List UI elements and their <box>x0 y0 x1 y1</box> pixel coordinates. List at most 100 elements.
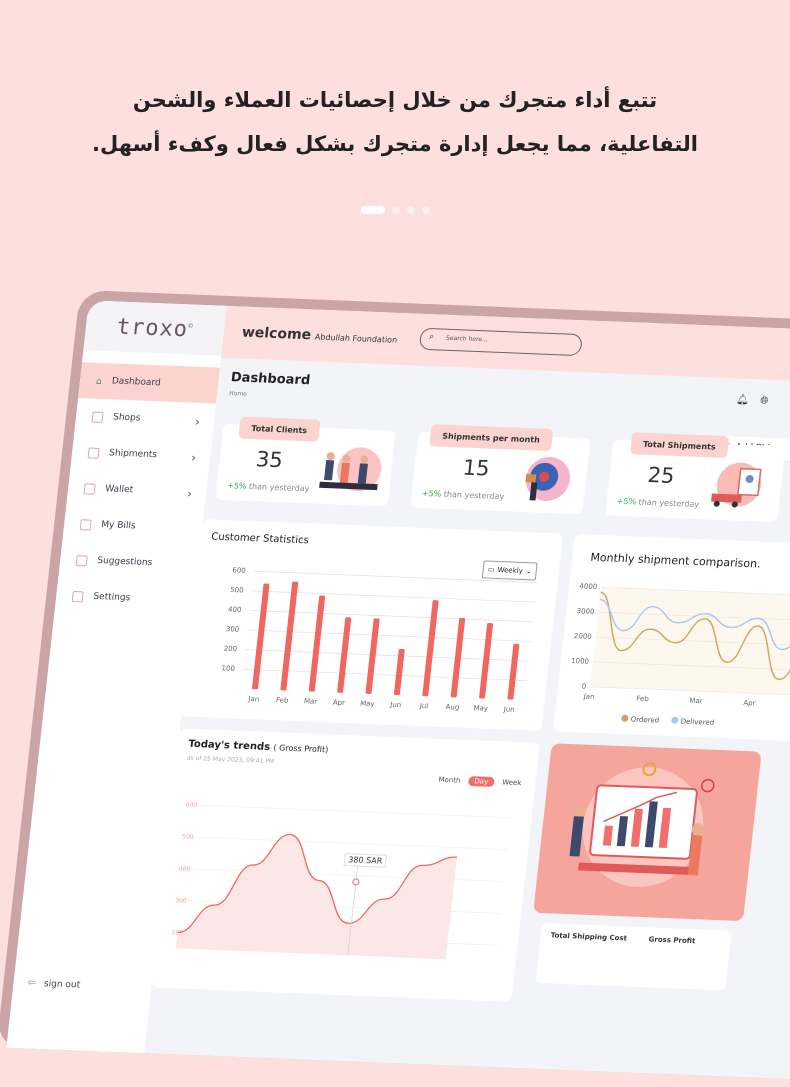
x-tick-label: May <box>473 704 488 713</box>
logo[interactable]: troxo© <box>116 314 195 342</box>
clients-illustration-icon <box>319 447 382 492</box>
x-tick-label: Feb <box>276 696 290 704</box>
pager-dot-active[interactable] <box>360 206 385 214</box>
sidebar-item-label: Suggestions <box>96 555 153 569</box>
pager-dot[interactable] <box>421 206 430 214</box>
sidebar-item-my-bills[interactable]: My Bills <box>62 506 204 547</box>
todays-trends-card: Today's trends ( Gross Profit) as of 25 … <box>151 728 540 1002</box>
y-tick-label: 4000 <box>579 582 598 591</box>
total-shipping-cost-label: Total Shipping Cost <box>550 931 628 943</box>
bell-icon[interactable]: 🔔︎ <box>736 394 750 405</box>
x-tick-label: Jan <box>582 693 595 701</box>
stat-label: Total Clients <box>238 416 321 442</box>
x-tick-label: Jan <box>247 695 260 703</box>
stat-label: Shipments per month <box>429 424 554 452</box>
x-tick-label: Jun <box>502 705 515 713</box>
y-tick-label: 100 <box>221 664 235 672</box>
stat-card-shipments-per-month[interactable]: Shipments per month 15 +5% than yesterda… <box>410 424 591 515</box>
sidebar-item-label: Shops <box>112 412 141 424</box>
legend-swatch <box>621 714 629 722</box>
sidebar-item-shipments[interactable]: Shipments › <box>70 434 212 475</box>
sidebar-item-label: Dashboard <box>111 376 162 389</box>
sign-out-label: sign out <box>43 978 81 991</box>
stat-label: Total Shipments <box>629 432 729 459</box>
main-content: Dashboard Home 🔔︎ 🌐︎ + Add Shi Total Cli… <box>144 358 790 1087</box>
x-tick-label: Apr <box>332 699 345 707</box>
x-tick-label: Aug <box>445 703 460 712</box>
y-tick-label: 0 <box>581 682 586 690</box>
pager-dot[interactable] <box>406 206 415 214</box>
legend-swatch <box>671 716 679 724</box>
bar <box>308 595 326 692</box>
plot-background <box>590 587 790 696</box>
stat-value: 15 <box>461 455 491 481</box>
chevron-right-icon: › <box>190 450 197 465</box>
legend-label: Ordered <box>630 715 659 724</box>
y-tick-label: 400 <box>228 606 242 614</box>
dashboard-screen: troxo© ⌂ Dashboard Shops › Shipments › Wallet ›… <box>6 300 790 1087</box>
chat-icon <box>75 554 88 566</box>
sidebar-item-label: Settings <box>92 591 131 604</box>
y-tick-label: 3000 <box>576 607 595 616</box>
pager-dot[interactable] <box>391 206 400 214</box>
shop-icon <box>91 411 104 423</box>
y-tick-label: 600 <box>185 802 197 809</box>
search-input[interactable]: ⌕ Search here... <box>418 327 583 357</box>
stat-value: 25 <box>646 462 676 488</box>
bar <box>280 581 299 691</box>
logout-icon: ⇦ <box>26 977 37 989</box>
headline-line-1: تتبع أداء متجرك من خلال إحصائيات العملاء… <box>132 88 658 112</box>
sign-out-button[interactable]: ⇦ sign out <box>27 977 81 990</box>
shipments-illustration-icon <box>711 462 762 508</box>
pager-dots <box>0 206 790 214</box>
analytics-illustration-icon <box>569 762 715 887</box>
tablet-frame: troxo© ⌂ Dashboard Shops › Shipments › Wallet ›… <box>0 290 790 1087</box>
sidebar-item-label: Shipments <box>108 448 158 461</box>
headline: تتبع أداء متجرك من خلال إحصائيات العملاء… <box>40 78 750 166</box>
breadcrumb[interactable]: Home <box>229 390 247 398</box>
gridline <box>188 836 509 850</box>
legend-label: Delivered <box>680 717 714 726</box>
y-tick-label: 400 <box>178 865 190 872</box>
page-title: Dashboard <box>230 370 311 389</box>
sidebar-item-settings[interactable]: Settings <box>54 577 196 618</box>
gridline <box>191 804 512 819</box>
globe-icon[interactable]: 🌐︎ <box>760 395 769 406</box>
home-icon: ⌂ <box>95 376 103 387</box>
stat-card-total-clients[interactable]: Total Clients 35 +5% than yesterday <box>215 416 396 507</box>
wallet-icon <box>83 482 96 495</box>
customer-statistics-card: Customer Statistics ▭ Weekly ⌄ 100 200 300… <box>181 519 563 731</box>
user-name: Abdullah Foundation <box>314 332 398 345</box>
gross-profit-label: Gross Profit <box>648 935 696 946</box>
totals-card: Total Shipping Cost Gross Profit <box>535 923 732 991</box>
sidebar-item-shops[interactable]: Shops › <box>74 398 216 439</box>
y-tick-label: 300 <box>225 625 239 633</box>
sidebar-item-wallet[interactable]: Wallet › <box>66 470 208 511</box>
stat-card-total-shipments[interactable]: Total Shipments 25 +5% than yesterday <box>605 432 786 523</box>
y-tick-label: 200 <box>223 645 237 653</box>
promo-banner <box>533 743 762 922</box>
value-callout: 380 SAR <box>343 853 388 868</box>
stat-delta: +5% than yesterday <box>226 481 310 494</box>
y-tick-label: 500 <box>230 586 244 594</box>
sidebar-item-dashboard[interactable]: ⌂ Dashboard <box>78 362 220 404</box>
x-tick-label: Jul <box>418 702 428 710</box>
stat-delta: +5% than yesterday <box>421 488 505 502</box>
sidebar-item-label: My Bills <box>100 520 137 532</box>
x-tick-label: Feb <box>636 695 650 703</box>
y-tick-label: 2000 <box>573 632 592 641</box>
monthly-shipment-chart: 01000200030004000JanFebMarAprMayOrderedD… <box>571 582 790 727</box>
x-tick-label: May <box>360 700 375 709</box>
area-fill <box>175 834 457 960</box>
bar <box>252 583 270 690</box>
sidebar-item-label: Wallet <box>104 484 134 496</box>
bar <box>507 643 520 700</box>
headline-line-2: التفاعلية، مما يجعل إدارة متجرك بشكل فعا… <box>92 132 698 156</box>
chevron-right-icon: › <box>194 414 201 429</box>
search-icon: ⌕ <box>428 332 435 343</box>
stat-delta: +5% than yesterday <box>616 496 700 510</box>
delivery-illustration-icon <box>525 456 571 501</box>
stat-value: 35 <box>254 447 285 473</box>
bill-icon <box>79 518 92 531</box>
sidebar-item-suggestions[interactable]: Suggestions <box>58 541 200 582</box>
